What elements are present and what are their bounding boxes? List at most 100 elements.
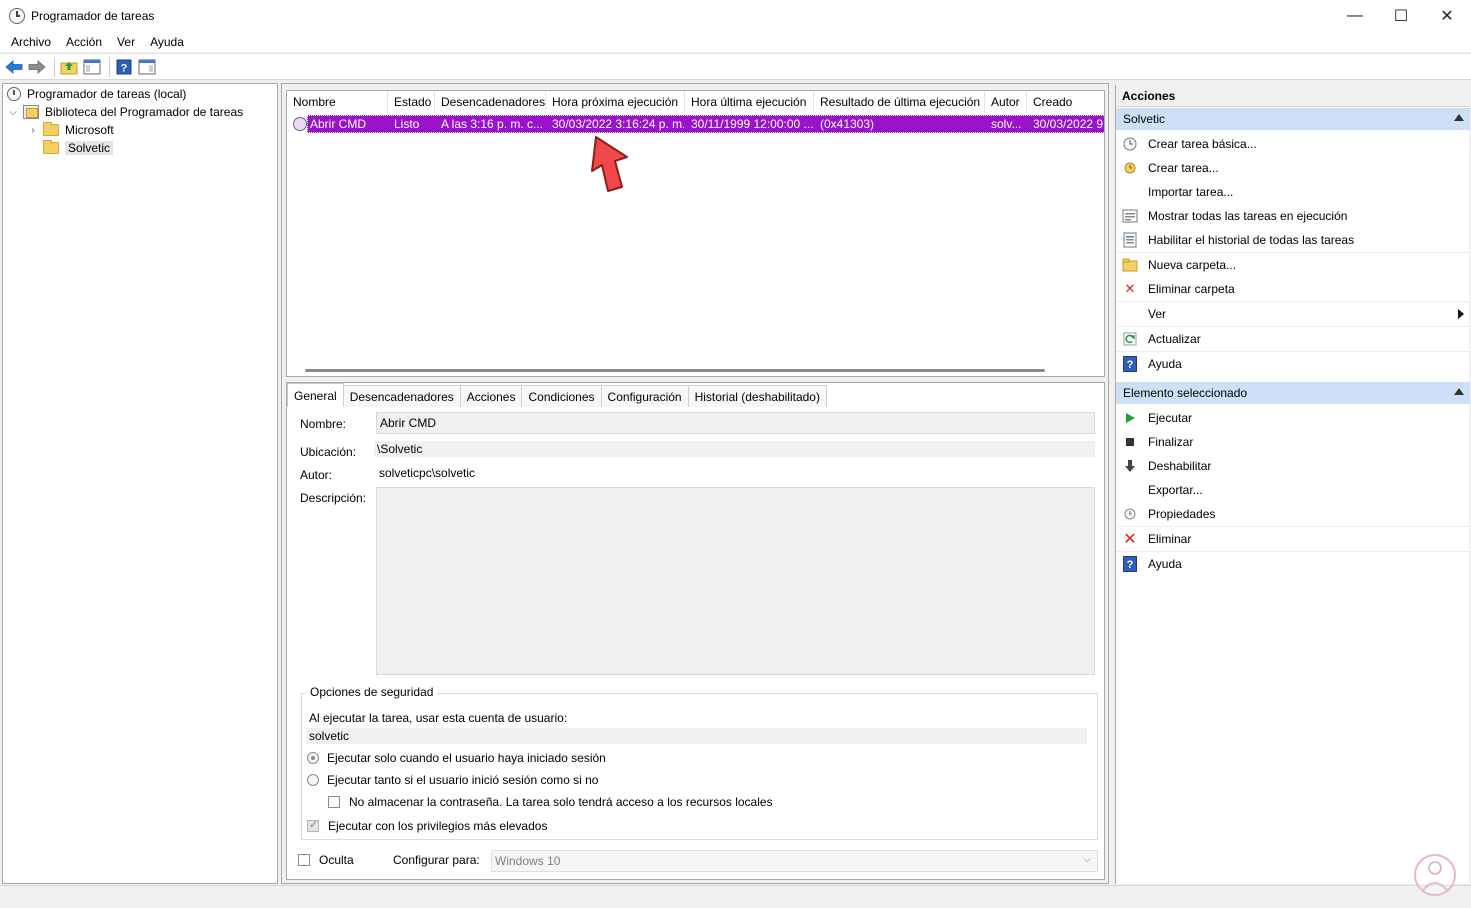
section-label: Solvetic <box>1123 112 1166 126</box>
tree-node-root[interactable]: Programador de tareas (local) <box>7 85 186 103</box>
history-icon <box>1122 232 1138 248</box>
back-arrow-icon[interactable] <box>4 57 24 77</box>
highest-privileges-option[interactable]: Ejecutar con los privilegios más elevado… <box>307 818 547 833</box>
section-header-solvetic[interactable]: Solvetic <box>1116 108 1470 130</box>
action-export[interactable]: Exportar... <box>1116 478 1470 502</box>
account-label: Al ejecutar la tarea, usar esta cuenta d… <box>309 711 568 725</box>
close-button[interactable]: ✕ <box>1424 0 1470 32</box>
action-properties[interactable]: Propiedades <box>1116 502 1470 526</box>
action-label: Actualizar <box>1148 332 1201 346</box>
checkbox-unchecked[interactable] <box>328 796 340 808</box>
tree-node-microsoft[interactable]: › Microsoft <box>27 121 114 139</box>
column-header-ultima[interactable]: Hora última ejecución <box>685 91 814 113</box>
action-help-folder[interactable]: ? Ayuda <box>1116 352 1470 376</box>
tab-acciones[interactable]: Acciones <box>459 385 523 407</box>
cell-resultado: (0x41303) <box>820 117 875 131</box>
no-store-password-option[interactable]: No almacenar la contraseña. La tarea sol… <box>328 795 773 809</box>
help-icon[interactable]: ? <box>114 57 134 77</box>
collapse-triangle-icon[interactable] <box>1454 388 1464 395</box>
tree-node-library[interactable]: ⌵ Biblioteca del Programador de tareas <box>7 103 243 121</box>
tab-configuracion[interactable]: Configuración <box>600 385 689 407</box>
column-header-desencadenadores[interactable]: Desencadenadores <box>435 91 546 113</box>
action-import-task[interactable]: Importar tarea... <box>1116 180 1470 204</box>
action-new-folder[interactable]: Nueva carpeta... <box>1116 253 1470 277</box>
console-tree-pane: Programador de tareas (local) ⌵ Bibliote… <box>2 83 278 884</box>
column-header-resultado[interactable]: Resultado de última ejecución <box>814 91 985 113</box>
column-header-nombre[interactable]: Nombre <box>287 91 388 113</box>
forward-arrow-icon[interactable] <box>27 57 47 77</box>
maximize-button[interactable]: ☐ <box>1378 0 1424 32</box>
library-folder-icon <box>23 105 39 119</box>
tab-condiciones[interactable]: Condiciones <box>521 385 602 407</box>
description-field[interactable] <box>376 487 1095 675</box>
action-show-running-tasks[interactable]: Mostrar todas las tareas en ejecución <box>1116 204 1470 228</box>
menu-accion[interactable]: Acción <box>62 35 113 49</box>
menu-archivo[interactable]: Archivo <box>0 35 62 49</box>
action-delete[interactable]: ✕ Eliminar <box>1116 527 1470 551</box>
cell-proxima: 30/03/2022 3:16:24 p. m. <box>552 117 684 131</box>
action-run[interactable]: Ejecutar <box>1116 406 1470 430</box>
radio-selected[interactable] <box>307 752 319 764</box>
menu-ayuda[interactable]: Ayuda <box>146 35 195 49</box>
action-label: Importar tarea... <box>1148 185 1234 199</box>
action-disable[interactable]: Deshabilitar <box>1116 454 1470 478</box>
tab-general[interactable]: General <box>287 383 344 407</box>
toolbar-separator <box>109 56 110 77</box>
column-header-estado[interactable]: Estado <box>388 91 435 113</box>
column-header-autor[interactable]: Autor <box>985 91 1027 113</box>
action-help-selected[interactable]: ? Ayuda <box>1116 552 1470 576</box>
cell-autor: solv... <box>991 117 1022 131</box>
action-label: Crear tarea básica... <box>1148 137 1257 151</box>
window-title: Programador de tareas <box>31 9 155 23</box>
submenu-arrow-icon <box>1458 309 1464 319</box>
minimize-button[interactable]: — <box>1332 0 1378 32</box>
column-header-proxima[interactable]: Hora próxima ejecución <box>546 91 685 113</box>
tab-historial[interactable]: Historial (deshabilitado) <box>687 385 827 407</box>
svg-text:?: ? <box>1127 559 1134 571</box>
show-hide-console-tree-icon[interactable] <box>82 57 102 77</box>
cell-desencadenadores: A las 3:16 p. m. c... <box>441 117 544 131</box>
action-delete-folder[interactable]: ✕ Eliminar carpeta <box>1116 277 1470 301</box>
folder-up-icon[interactable] <box>59 57 79 77</box>
collapse-triangle-icon[interactable] <box>1454 114 1464 121</box>
delete-x-icon: ✕ <box>1124 281 1136 296</box>
column-header-creado[interactable]: Creado <box>1027 91 1104 113</box>
section-header-selected-item[interactable]: Elemento seleccionado <box>1116 382 1470 404</box>
configure-for-select[interactable]: Windows 10 ⌵ <box>491 850 1098 872</box>
hidden-option[interactable]: Oculta <box>298 853 354 867</box>
name-label: Nombre: <box>300 417 347 431</box>
help-icon: ? <box>1122 556 1138 572</box>
tab-desencadenadores[interactable]: Desencadenadores <box>342 385 461 407</box>
actions-pane: Acciones Solvetic Crear tarea básica... … <box>1115 85 1470 884</box>
task-icon <box>293 117 307 131</box>
chevron-down-icon[interactable]: ⌵ <box>7 107 19 118</box>
section-label: Elemento seleccionado <box>1123 386 1248 400</box>
disable-down-arrow-icon <box>1122 458 1138 474</box>
menu-ver[interactable]: Ver <box>113 35 146 49</box>
checkbox-checked[interactable] <box>307 818 319 832</box>
action-end[interactable]: Finalizar <box>1116 430 1470 454</box>
tree-node-label: Microsoft <box>65 123 114 137</box>
detail-tabs: General Desencadenadores Acciones Condic… <box>287 383 827 407</box>
action-label: Ayuda <box>1148 557 1182 571</box>
action-create-task[interactable]: Crear tarea... <box>1116 156 1470 180</box>
run-whether-logged-option[interactable]: Ejecutar tanto si el usuario inició sesi… <box>307 773 598 787</box>
radio-unselected[interactable] <box>307 774 319 786</box>
annotation-arrow-icon <box>591 136 628 192</box>
action-pane-icon[interactable] <box>137 57 157 77</box>
option-label: Oculta <box>319 853 354 867</box>
tree-node-solvetic[interactable]: Solvetic <box>43 139 114 157</box>
task-scheduler-clock-icon <box>9 8 25 24</box>
action-enable-history[interactable]: Habilitar el historial de todas las tare… <box>1116 228 1470 252</box>
action-create-basic-task[interactable]: Crear tarea básica... <box>1116 132 1470 156</box>
action-view-submenu[interactable]: Ver <box>1116 302 1470 326</box>
checkbox-unchecked[interactable] <box>298 854 310 866</box>
configure-value: Windows 10 <box>495 854 561 868</box>
chevron-right-icon[interactable]: › <box>27 125 39 136</box>
watermark-logo-icon <box>1414 854 1456 896</box>
cell-creado: 30/03/2022 9: <box>1033 117 1105 131</box>
horizontal-scrollbar[interactable] <box>305 369 1045 372</box>
name-field[interactable]: Abrir CMD <box>376 412 1095 434</box>
action-refresh[interactable]: Actualizar <box>1116 327 1470 351</box>
run-logged-on-option[interactable]: Ejecutar solo cuando el usuario haya ini… <box>307 751 606 765</box>
